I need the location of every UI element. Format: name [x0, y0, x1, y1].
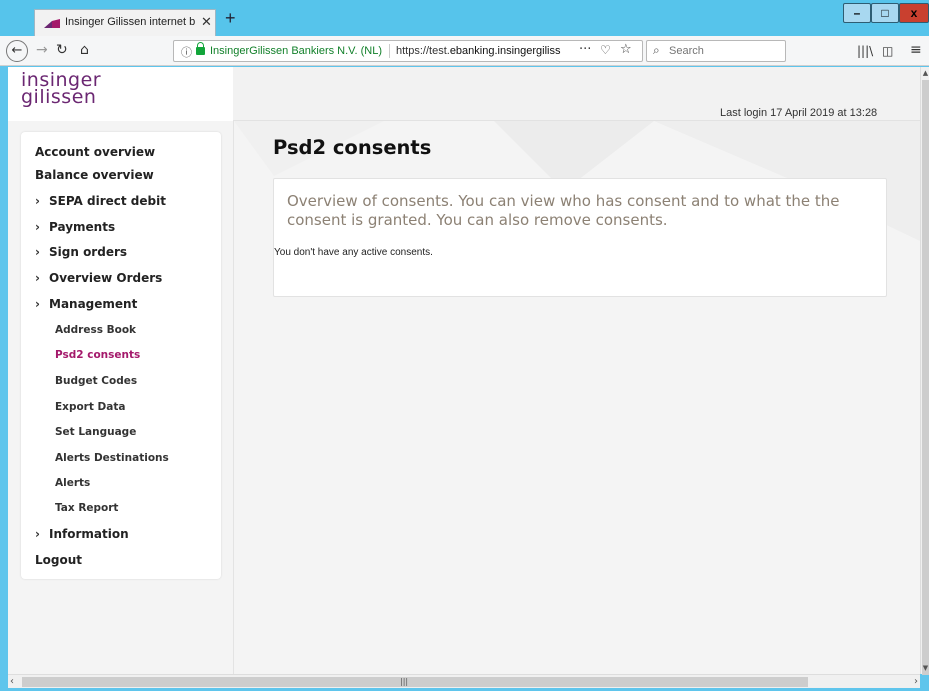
nav-tax-report[interactable]: Tax Report — [55, 502, 118, 514]
nav-sepa-direct-debit[interactable]: › SEPA direct debit — [35, 194, 166, 208]
maximize-button[interactable]: □ — [871, 3, 899, 23]
bank-favicon-icon — [44, 19, 60, 28]
nav-overview-orders-label: Overview Orders — [49, 271, 163, 285]
tab-strip: Insinger Gilissen internet banking ✕ + –… — [0, 0, 929, 36]
consents-intro: Overview of consents. You can view who h… — [287, 192, 840, 229]
tab-title: Insinger Gilissen internet banking — [65, 16, 195, 28]
nav-budget-codes[interactable]: Budget Codes — [55, 375, 137, 387]
nav-balance-overview[interactable]: Balance overview — [35, 168, 154, 182]
nav-address-book[interactable]: Address Book — [55, 324, 136, 336]
search-box[interactable]: ⌕ — [646, 40, 786, 62]
browser-window: Insinger Gilissen internet banking ✕ + –… — [0, 0, 929, 691]
logo-area: insinger gilissen — [8, 67, 233, 121]
close-window-button[interactable]: x — [899, 3, 929, 23]
scroll-grip-icon: ||| — [400, 677, 409, 686]
address-separator — [389, 44, 390, 58]
scroll-up-icon[interactable]: ▲ — [921, 67, 929, 79]
address-bar[interactable]: ⓘ InsingerGilissen Bankiers N.V. (NL) ht… — [173, 40, 643, 62]
nav-management-label: Management — [49, 297, 138, 311]
url-text[interactable]: https://test.ebanking.insingergilissen.n… — [396, 45, 561, 57]
logo-line-2: gilissen — [21, 86, 97, 108]
nav-logout[interactable]: Logout — [35, 553, 82, 567]
url-host: ebanking.insingergilissen.nl — [449, 45, 561, 57]
empty-consents-message: You don't have any active consents. — [274, 247, 433, 258]
nav-sepa-label: SEPA direct debit — [49, 194, 166, 208]
nav-sign-orders-label: Sign orders — [49, 245, 128, 259]
maximize-icon: □ — [881, 6, 889, 20]
back-button[interactable]: ← — [6, 40, 28, 62]
pocket-icon[interactable]: ♡ — [600, 43, 611, 57]
minimize-button[interactable]: – — [843, 3, 871, 23]
search-icon: ⌕ — [653, 43, 660, 57]
chevron-right-icon: › — [35, 245, 40, 259]
library-icon[interactable]: |||\ — [857, 44, 873, 58]
scroll-right-icon[interactable]: › — [914, 675, 918, 688]
sidebar-toggle-icon[interactable]: ◫ — [882, 44, 893, 58]
tab-close-icon[interactable]: ✕ — [201, 14, 212, 30]
page-title: Psd2 consents — [273, 136, 432, 159]
chevron-right-icon: › — [35, 271, 40, 285]
site-identity: InsingerGilissen Bankiers N.V. (NL) — [210, 45, 382, 57]
nav-alerts-destinations[interactable]: Alerts Destinations — [55, 452, 169, 464]
nav-account-overview[interactable]: Account overview — [35, 145, 155, 159]
chevron-right-icon: › — [35, 297, 40, 311]
page-actions-icon[interactable]: ··· — [579, 42, 591, 57]
sidebar-divider — [233, 121, 234, 674]
browser-tab[interactable]: Insinger Gilissen internet banking ✕ — [34, 9, 216, 36]
hamburger-menu-icon[interactable]: ≡ — [910, 42, 922, 58]
chevron-right-icon: › — [35, 527, 40, 541]
nav-alerts[interactable]: Alerts — [55, 477, 90, 489]
nav-sign-orders[interactable]: › Sign orders — [35, 245, 127, 259]
brand-logo[interactable]: insinger gilissen — [21, 71, 101, 108]
consents-panel: Overview of consents. You can view who h… — [273, 178, 887, 297]
page-header: Last login 17 April 2019 at 13:28 — [233, 67, 920, 121]
bookmark-star-icon[interactable]: ☆ — [620, 42, 632, 57]
reload-button[interactable]: ↻ — [56, 40, 68, 60]
close-icon: x — [910, 6, 918, 20]
forward-button[interactable]: → — [36, 40, 48, 60]
sidebar-menu: Account overview Balance overview › SEPA … — [21, 132, 221, 579]
nav-information[interactable]: › Information — [35, 527, 129, 541]
nav-information-label: Information — [49, 527, 129, 541]
minimize-icon: – — [853, 6, 861, 20]
url-prefix: https://test. — [396, 45, 450, 57]
nav-payments[interactable]: › Payments — [35, 220, 115, 234]
nav-management[interactable]: › Management — [35, 297, 137, 311]
home-button[interactable]: ⌂ — [80, 40, 89, 60]
nav-export-data[interactable]: Export Data — [55, 401, 125, 413]
chevron-right-icon: › — [35, 194, 40, 208]
scroll-down-icon[interactable]: ▼ — [921, 662, 929, 674]
nav-psd2-consents[interactable]: Psd2 consents — [55, 349, 140, 361]
nav-overview-orders[interactable]: › Overview Orders — [35, 271, 162, 285]
nav-set-language[interactable]: Set Language — [55, 426, 136, 438]
nav-payments-label: Payments — [49, 220, 116, 234]
last-login-text: Last login 17 April 2019 at 13:28 — [720, 107, 878, 119]
vertical-scroll-thumb[interactable] — [922, 80, 929, 675]
search-input[interactable] — [669, 43, 779, 59]
vertical-scrollbar[interactable]: ▲ ▼ — [920, 67, 929, 675]
chevron-right-icon: › — [35, 220, 40, 234]
new-tab-button[interactable]: + — [225, 9, 236, 27]
site-info-icon[interactable]: ⓘ — [181, 44, 192, 60]
horizontal-scroll-thumb[interactable] — [22, 677, 808, 687]
scroll-left-icon[interactable]: ‹ — [10, 675, 14, 688]
page-viewport: insinger gilissen Last login 17 April 20… — [8, 67, 920, 674]
navigation-toolbar: ← → ↻ ⌂ ⓘ InsingerGilissen Bankiers N.V.… — [0, 36, 929, 66]
lock-icon — [196, 42, 205, 55]
horizontal-scrollbar[interactable]: ‹ ||| › — [8, 674, 920, 688]
